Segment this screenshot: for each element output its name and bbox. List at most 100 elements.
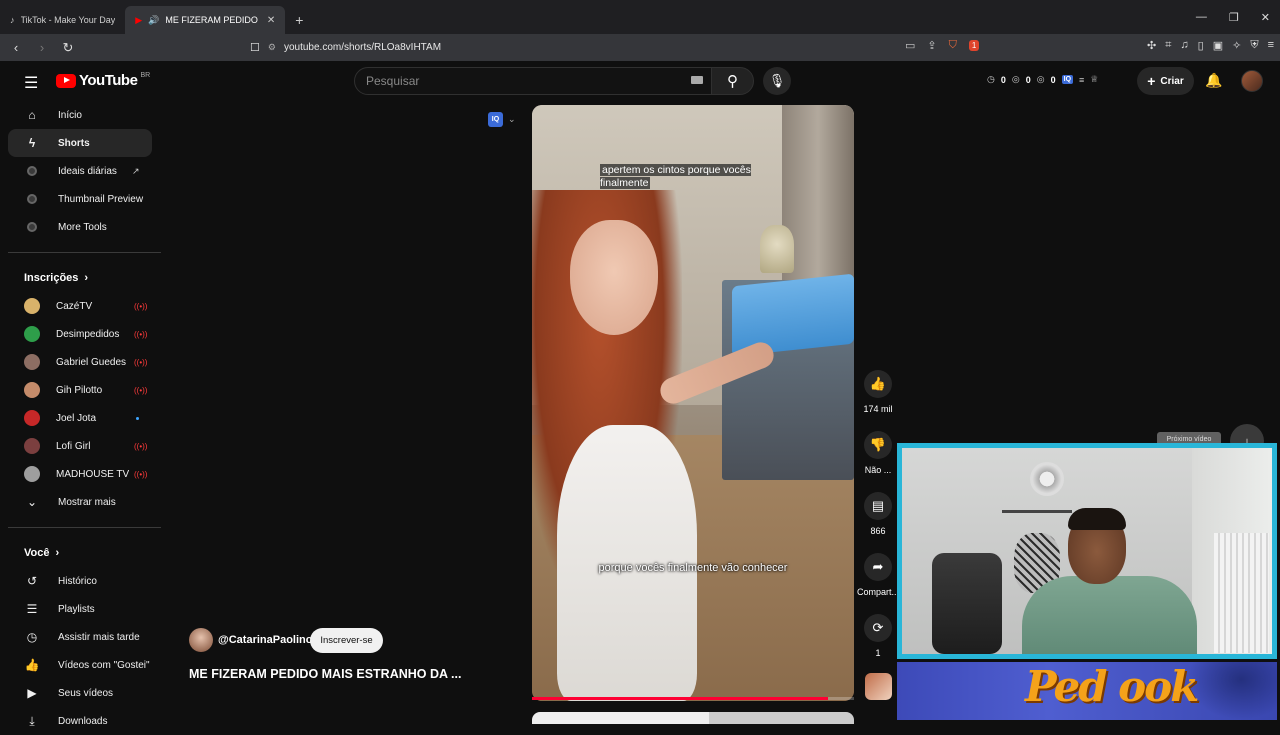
brave-shield-icon[interactable]: ⛉ [949,39,957,52]
keyboard-icon[interactable] [691,76,703,84]
sidebar-item-label: Gih Pilotto [56,384,103,396]
channel-name[interactable]: @CatarinaPaolino [218,634,312,646]
live-icon: ((•)) [134,301,148,311]
speaker-icon[interactable]: 🔊 [148,15,159,26]
video-frame [732,273,854,357]
sidebar-item-ideias-diarias[interactable]: Ideais diárias ↗ [8,157,152,185]
live-icon: ((•)) [134,469,148,479]
user-avatar[interactable] [1241,70,1263,92]
channel-avatar [24,410,40,426]
short-title[interactable]: ME FIZERAM PEDIDO MAIS ESTRANHO DA ... [189,667,461,681]
sidebar-item-label: Playlists [58,603,95,615]
comments-action: ▤ 866 [857,492,899,536]
back-icon[interactable]: ‹ [6,40,26,55]
menu-icon[interactable]: ≡ [1268,39,1274,52]
subscribe-button[interactable]: Inscrever-se [310,628,383,653]
sidebar-item-history[interactable]: ↺ Histórico [8,567,152,595]
tab-title: TikTok - Make Your Day [20,15,116,25]
sidebar-item-label: Joel Jota [56,412,97,424]
channel-thumbnail[interactable] [865,673,892,700]
next-short-preview[interactable] [532,712,854,724]
forward-icon[interactable]: › [32,40,52,55]
share-page-icon[interactable]: ⇪ [927,39,936,52]
notifications-bell-icon[interactable]: 🔔 [1205,72,1222,89]
sidebar-sub-lofi-girl[interactable]: Lofi Girl ((•)) [8,432,152,460]
site-settings-icon[interactable]: ⚙ [268,42,276,53]
sidebar-item-your-videos[interactable]: ▶ Seus vídeos [8,679,152,707]
vpn-icon[interactable]: ⛨ [1250,39,1258,52]
sidebar-item-home[interactable]: ⌂ Início [8,101,152,129]
webcam-frame [932,553,1002,654]
address-bar[interactable]: ☐ ⚙ youtube.com/shorts/RLOa8vIHTAM [250,37,995,58]
sidebar-item-watch-later[interactable]: ◷ Assistir mais tarde [8,623,152,651]
shorts-icon: ϟ [28,136,36,150]
comments-button[interactable]: ▤ [864,492,892,520]
webcam-frame [1002,510,1072,513]
new-tab-button[interactable]: + [285,6,313,34]
cast-icon[interactable]: ▭ [905,39,915,52]
chevron-right-icon: › [84,272,89,284]
trophy-icon[interactable]: ♕ [1090,74,1098,85]
minimize-icon[interactable]: — [1196,11,1207,23]
section-title: Você [24,547,50,559]
youtube-logo[interactable]: YouTube BR [56,72,150,89]
subscriptions-header[interactable]: Inscrições › [8,264,161,292]
tab-tiktok[interactable]: ♪ TikTok - Make Your Day [0,6,125,34]
wallet-icon[interactable]: ▣ [1213,39,1223,52]
webcam-overlay [897,443,1277,659]
webcam-frame [1068,508,1126,530]
close-window-icon[interactable]: ✕ [1261,11,1270,24]
sidebar-divider [8,527,161,528]
like-action: 👍 174 mil [857,370,899,414]
create-label: Criar [1160,75,1184,87]
video-frame [570,220,658,335]
screenshot-icon[interactable]: ⌗ [1165,39,1171,52]
iq-extension-button[interactable]: IQ ⌄ [488,112,516,127]
short-video-player[interactable]: apertem os cintos porque vocês finalment… [532,105,854,701]
iq-icon[interactable]: IQ [1061,75,1074,84]
create-button[interactable]: + Criar [1137,67,1194,95]
tab-youtube[interactable]: ▶ 🔊 ME FIZERAM PEDIDO MAIS E ✕ [125,6,286,34]
search-button[interactable]: ⚲ [711,67,754,95]
share-button[interactable]: ➦ [864,553,892,581]
brave-rewards-badge[interactable]: 1 [968,40,980,51]
sidebar-item-label: Assistir mais tarde [58,631,140,643]
sidebar-item-thumbnail-preview[interactable]: Thumbnail Preview [8,185,152,213]
reload-icon[interactable]: ↻ [58,40,78,56]
music-icon[interactable]: ♫ [1180,39,1188,52]
sidebar-sub-madhouse-tv[interactable]: MADHOUSE TV ((•)) [8,460,152,488]
restore-icon[interactable]: ❐ [1229,11,1239,24]
bookmark-icon[interactable]: ☐ [250,41,260,54]
sidebar-sub-joel-jota[interactable]: Joel Jota [8,404,152,432]
list-icon[interactable]: ≡ [1079,75,1084,85]
voice-search-button[interactable]: 🎙 [763,67,791,95]
search-input[interactable] [366,74,686,88]
sidebar-item-more-tools[interactable]: More Tools [8,213,152,241]
remix-button[interactable]: ⟳ [864,614,892,642]
channel-avatar[interactable] [189,628,213,652]
sidebar-item-playlists[interactable]: ☰ Playlists [8,595,152,623]
sidebar-divider [8,252,161,253]
you-header[interactable]: Você › [8,539,161,567]
video-progress-bar[interactable] [532,697,854,700]
hamburger-icon[interactable]: ☰ [24,73,38,93]
dislike-button[interactable]: 👎 [864,431,892,459]
puzzle-icon[interactable]: ✣ [1147,39,1156,52]
sidebar-sub-cazetv[interactable]: CazéTV ((•)) [8,292,152,320]
sidebar-item-liked-videos[interactable]: 👍 Vídeos com "Gostei" [8,651,152,679]
like-button[interactable]: 👍 [864,370,892,398]
sidebar-sub-gabriel-guedes[interactable]: Gabriel Guedes ((•)) [8,348,152,376]
stat-value: 0 [1000,74,1006,85]
eye-icon: ◎ [1036,74,1045,84]
close-tab-icon[interactable]: ✕ [267,15,275,26]
dislike-action: 👎 Não ... [857,431,899,475]
comment-count: 866 [870,526,886,536]
sidebar-item-shorts[interactable]: ϟ Shorts [8,129,152,157]
sidebar-sub-gih-pilotto[interactable]: Gih Pilotto ((•)) [8,376,152,404]
leo-icon[interactable]: ✧ [1232,39,1241,52]
show-more-button[interactable]: ⌄ Mostrar mais [8,488,152,516]
sidebar-sub-desimpedidos[interactable]: Desimpedidos ((•)) [8,320,152,348]
webcam-frame [1214,533,1269,653]
sidebar-toggle-icon[interactable]: ▯ [1198,39,1204,52]
sidebar-item-downloads[interactable]: ⤓ Downloads [8,707,152,735]
